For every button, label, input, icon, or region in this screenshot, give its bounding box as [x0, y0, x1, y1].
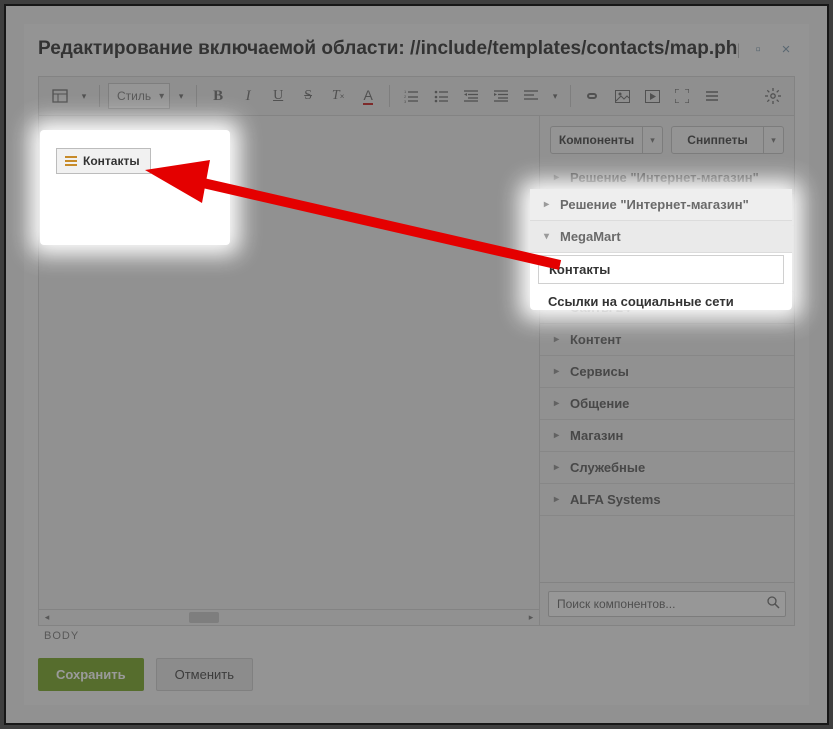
tree-item-label: ALFA Systems [570, 492, 661, 507]
scroll-thumb[interactable] [189, 612, 219, 623]
close-icon[interactable]: × [777, 40, 795, 58]
dialog-title: Редактирование включаемой области: //inc… [38, 38, 739, 60]
search-input[interactable] [548, 591, 786, 617]
clear-format-button[interactable]: T× [325, 83, 351, 109]
video-button[interactable] [639, 83, 665, 109]
style-select[interactable]: Стиль [108, 83, 170, 109]
image-button[interactable] [609, 83, 635, 109]
dialog-footer: Сохранить Отменить [24, 648, 809, 705]
indent-button[interactable] [488, 83, 514, 109]
fullscreen-button[interactable] [669, 83, 695, 109]
align-button[interactable] [518, 83, 544, 109]
side-tabs: Компоненты ▾ Сниппеты ▾ [540, 116, 794, 162]
save-button[interactable]: Сохранить [38, 658, 144, 691]
chevron-down-icon: ▾ [554, 204, 564, 215]
chevron-right-icon: ▸ [554, 366, 564, 377]
style-dropdown-icon[interactable]: ▾ [174, 83, 188, 109]
dialog-window: Редактирование включаемой области: //inc… [24, 24, 809, 705]
component-icon [66, 142, 78, 152]
scroll-left-icon[interactable]: ◂ [39, 610, 55, 625]
chevron-right-icon: ▸ [554, 462, 564, 473]
text-color-button[interactable]: A [355, 83, 381, 109]
underline-button[interactable]: U [265, 83, 291, 109]
chevron-right-icon: ▸ [554, 172, 564, 183]
toolbar-separator [389, 85, 390, 107]
tree-item-megamart[interactable]: ▾ MegaMart [540, 193, 794, 226]
tree-item-label: Контент [570, 332, 622, 347]
align-dropdown-icon[interactable]: ▾ [548, 83, 562, 109]
toolbar-separator [196, 85, 197, 107]
component-tree: ▸ Решение "Интернет-магазин" ▾ MegaMart … [540, 162, 794, 582]
settings-button[interactable] [760, 83, 786, 109]
component-chip[interactable]: Контакты [57, 134, 152, 160]
tree-item-sites24[interactable]: ▸ Сайты 24 [540, 291, 794, 324]
strike-button[interactable]: S [295, 83, 321, 109]
tree-child-label: Контакты [559, 235, 620, 250]
tree-item-label: Магазин [570, 428, 623, 443]
tree-item-label: Общение [570, 396, 629, 411]
tree-item-services[interactable]: ▸ Сервисы [540, 355, 794, 388]
toolbar-separator [99, 85, 100, 107]
side-panel: Компоненты ▾ Сниппеты ▾ ▸ Решение "Интер… [539, 116, 794, 625]
chevron-right-icon: ▸ [554, 430, 564, 441]
chevron-down-icon[interactable]: ▾ [643, 126, 663, 154]
svg-text:3: 3 [404, 99, 407, 103]
dialog-titlebar: Редактирование включаемой области: //inc… [24, 24, 809, 70]
tree-item-label: Решение "Интернет-магазин" [570, 170, 759, 185]
toolbar-separator [570, 85, 571, 107]
chevron-right-icon: ▸ [554, 494, 564, 505]
link-button[interactable] [579, 83, 605, 109]
tree-item-communication[interactable]: ▸ Общение [540, 387, 794, 420]
chevron-right-icon: ▸ [554, 398, 564, 409]
chevron-down-icon[interactable]: ▾ [764, 126, 784, 154]
bold-button[interactable]: B [205, 83, 231, 109]
component-chip-label: Контакты [84, 140, 141, 154]
editor-canvas[interactable]: Контакты ◂ ▸ [39, 116, 539, 625]
tree-item-shop[interactable]: ▸ Магазин [540, 419, 794, 452]
cancel-button[interactable]: Отменить [156, 658, 253, 691]
editor-body: Контакты ◂ ▸ Компоненты ▾ Сниппеты [38, 116, 795, 626]
tree-child-label: Ссылки на социальные сети [558, 265, 744, 280]
tree-child-social[interactable]: Ссылки на социальные сети [558, 261, 786, 284]
outdent-button[interactable] [458, 83, 484, 109]
tree-item-solution-shop[interactable]: ▸ Решение "Интернет-магазин" [540, 162, 794, 194]
horizontal-scrollbar[interactable]: ◂ ▸ [39, 609, 539, 625]
maximize-icon[interactable]: ▫ [749, 40, 767, 58]
scroll-right-icon[interactable]: ▸ [523, 610, 539, 625]
template-dropdown-icon[interactable]: ▾ [77, 83, 91, 109]
tab-snippets[interactable]: Сниппеты ▾ [671, 126, 784, 154]
tab-components[interactable]: Компоненты ▾ [550, 126, 663, 154]
chevron-right-icon: ▸ [554, 302, 564, 313]
search-icon[interactable] [767, 596, 780, 612]
status-path: BODY [38, 626, 795, 646]
tree-item-system[interactable]: ▸ Служебные [540, 451, 794, 484]
more-button[interactable] [699, 83, 725, 109]
template-icon[interactable] [47, 83, 73, 109]
tree-item-label: Сайты 24 [570, 300, 630, 315]
tree-item-label: Сервисы [570, 364, 629, 379]
chevron-right-icon: ▸ [554, 334, 564, 345]
italic-button[interactable]: I [235, 83, 261, 109]
tree-item-label: MegaMart [570, 202, 631, 217]
tree-item-content[interactable]: ▸ Контент [540, 323, 794, 356]
list-ordered-button[interactable]: 123 [398, 83, 424, 109]
list-bullet-button[interactable] [428, 83, 454, 109]
tree-item-label: Служебные [570, 460, 645, 475]
tree-item-alfa[interactable]: ▸ ALFA Systems [540, 483, 794, 516]
search-row [540, 582, 794, 625]
editor-toolbar: ▾ Стиль ▾ B I U S T× A 123 [38, 76, 795, 116]
tree-child-contacts[interactable]: Контакты [548, 228, 786, 257]
